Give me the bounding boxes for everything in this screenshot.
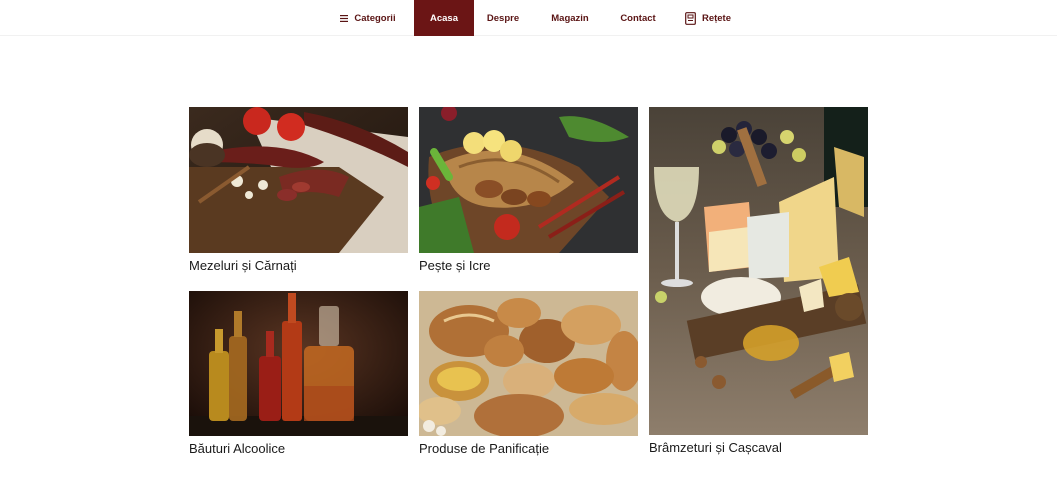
nav-item-shop[interactable]: Magazin: [540, 0, 600, 36]
fish-platter-image: [419, 107, 638, 253]
nav-label: Rețete: [701, 12, 732, 24]
nav-item-categories[interactable]: Categorii: [330, 0, 406, 36]
cured-meats-image: [189, 107, 408, 253]
nav-label: Despre: [486, 12, 520, 24]
nav-item-contact[interactable]: Contact: [612, 0, 664, 36]
nav-label: Categorii: [354, 12, 396, 24]
cheese-board-image: [649, 107, 868, 435]
category-label: Băuturi Alcoolice: [189, 441, 286, 456]
category-card-fish[interactable]: Pește și Icre: [419, 107, 638, 277]
category-card-cheese[interactable]: Brâmzeturi și Cașcaval: [649, 107, 868, 459]
category-card-meats[interactable]: Mezeluri și Cărnați: [189, 107, 408, 277]
category-label: Pește și Icre: [419, 258, 491, 273]
category-card-drinks[interactable]: Băuturi Alcoolice: [189, 291, 408, 461]
liquor-bottles-image: [189, 291, 408, 436]
nav-item-about[interactable]: Despre: [478, 0, 528, 36]
category-label: Brâmzeturi și Cașcaval: [649, 440, 782, 455]
top-navigation: Categorii Acasa Despre Magazin Contact R…: [0, 0, 1057, 36]
category-card-bakery[interactable]: Produse de Panificație: [419, 291, 638, 461]
nav-label: Acasa: [430, 12, 458, 24]
category-label: Mezeluri și Cărnați: [189, 258, 297, 273]
nav-item-recipes[interactable]: Rețete: [680, 0, 736, 36]
category-label: Produse de Panificație: [419, 441, 550, 456]
menu-icon: [340, 14, 349, 22]
bread-assortment-image: [419, 291, 638, 436]
recipe-book-icon: [685, 11, 696, 25]
nav-label: Magazin: [551, 12, 589, 24]
nav-label: Contact: [620, 12, 656, 24]
nav-item-home[interactable]: Acasa: [414, 0, 474, 36]
